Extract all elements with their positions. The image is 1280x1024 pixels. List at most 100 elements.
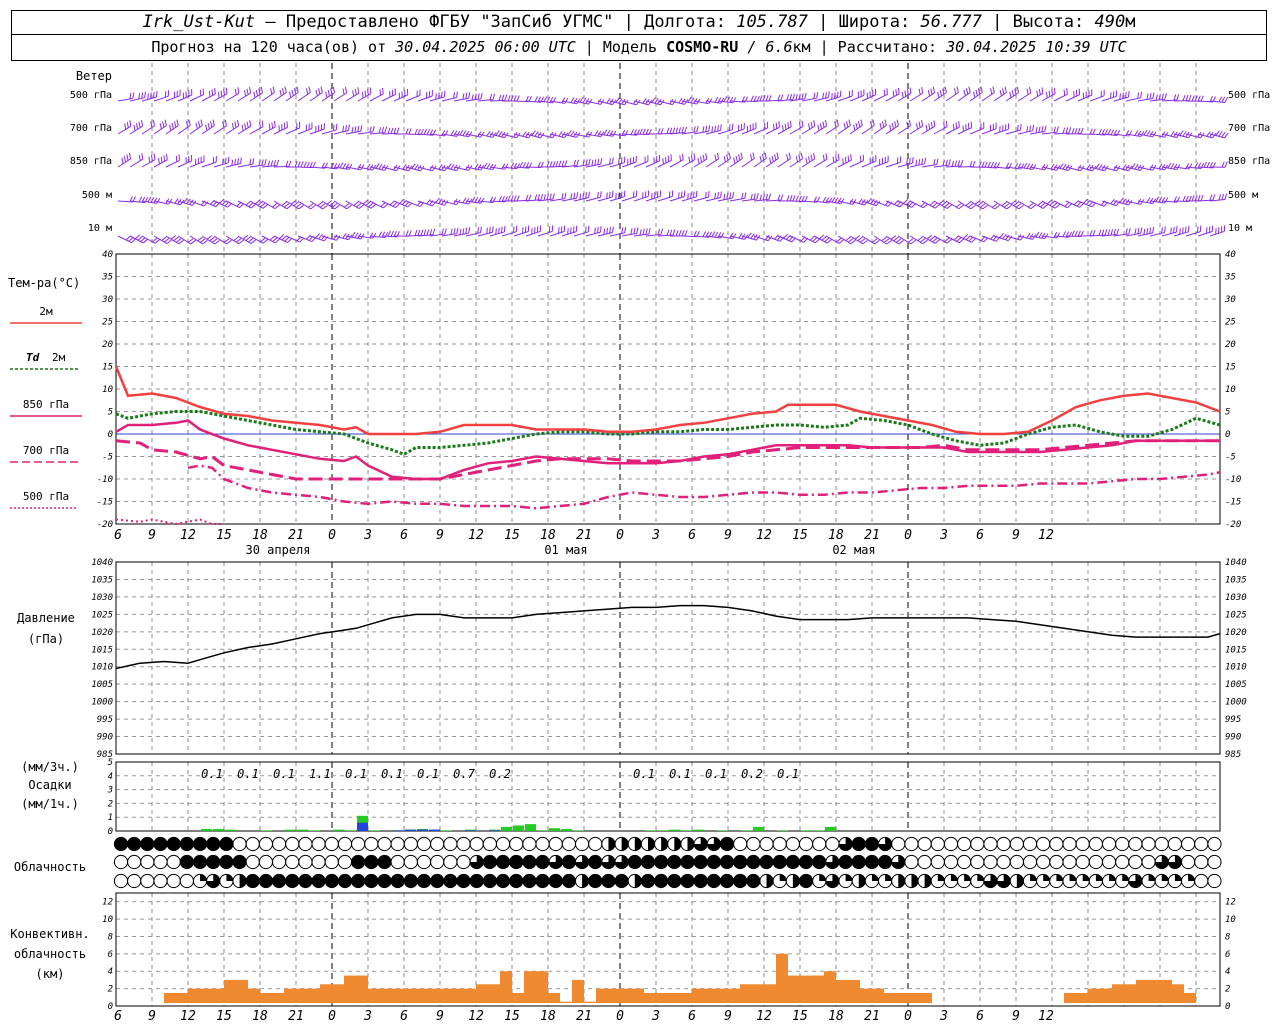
wind-barb-feather (1218, 131, 1223, 137)
wind-barb-feather (954, 88, 957, 95)
wind-barb-feather (979, 203, 986, 208)
precip-tick-label-left: 5 (108, 758, 113, 768)
wind-barb-feather (1167, 162, 1172, 169)
wind-barb-feather (486, 227, 488, 234)
wind-barb-feather (503, 225, 506, 232)
wind-barb-feather (1224, 132, 1229, 139)
wind-barb (825, 125, 839, 135)
wind-barb-feather (787, 122, 790, 129)
conv-hour-label: 18 (540, 1009, 556, 1024)
wind-barb-feather (955, 122, 958, 129)
wind-barb-feather (1125, 228, 1128, 235)
conv-hour-label: 18 (828, 1009, 844, 1024)
wind-barb (933, 126, 948, 135)
cloud-cover-sector (1016, 874, 1024, 888)
cloud-cover-symbol (1181, 854, 1196, 870)
wind-barb-feather (276, 159, 280, 166)
wind-barb-feather (974, 200, 981, 205)
conv-hour-label: 15 (216, 1009, 232, 1024)
cloud-cover-symbol (298, 836, 313, 852)
wind-barb-feather (353, 201, 359, 206)
wind-barb-feather (334, 204, 340, 210)
wind-barb-feather (129, 92, 132, 100)
wind-barb-feather (287, 238, 293, 243)
wind-barb-feather (777, 194, 781, 201)
wind-barb (981, 92, 995, 102)
wind-barb (261, 92, 275, 102)
wind-barb-feather (417, 229, 421, 236)
wind-barb-feather (166, 239, 172, 244)
wind-barb-feather (274, 204, 280, 209)
wind-barb-feather (248, 237, 254, 243)
conv-tick-label-right: 10 (1225, 915, 1236, 925)
temp-hour-label: 18 (828, 528, 844, 543)
wind-barb-feather (764, 152, 767, 159)
wind-barb-feather (200, 119, 203, 126)
wind-barb-feather (660, 228, 664, 235)
wind-barb-feather (1053, 126, 1056, 133)
wind-barb-feather (1079, 202, 1085, 208)
cloud-cover-symbol (166, 873, 181, 889)
wind-barb-feather (728, 152, 731, 159)
wind-barb-feather (639, 128, 643, 135)
temp-tick-label-right: -10 (1225, 475, 1241, 485)
wind-barb-feather (1146, 130, 1151, 137)
wind-barb (405, 95, 421, 102)
wind-barb-feather (594, 227, 596, 234)
wind-barb-feather (1155, 196, 1160, 203)
wind-barb-feather (672, 127, 676, 134)
wind-barb-feather (279, 89, 282, 96)
wind-barb-feather (387, 230, 391, 237)
wind-barb-feather (883, 89, 886, 96)
temp-hour-label: 18 (252, 528, 268, 543)
wind-barb-feather (693, 153, 696, 160)
wind-barb-feather (222, 158, 224, 165)
cloud-cover-sector (634, 874, 642, 888)
wind-barb-feather (1092, 230, 1096, 236)
press-tick-label-right: 1010 (1225, 663, 1247, 673)
wind-barb-feather (1137, 92, 1140, 99)
cloud-cover-symbol (271, 873, 287, 889)
wind-barb-feather (272, 202, 278, 208)
wind-barb-feather (636, 227, 639, 234)
wind-barb-feather (453, 228, 456, 235)
wind-barb-feather (681, 126, 685, 133)
wind-barb (909, 92, 924, 102)
wind-barb-feather (540, 193, 544, 200)
cloud-cover-symbol (535, 836, 550, 852)
wind-barb-feather (284, 86, 287, 93)
wind-barb-feather (390, 127, 394, 134)
wind-barb-feather (564, 192, 567, 199)
cloud-cover-symbol (456, 873, 471, 889)
wind-barb-feather (153, 153, 156, 160)
wind-barb-feather (260, 202, 266, 208)
wind-barb-feather (492, 226, 494, 233)
wind-barb-feather (775, 122, 778, 129)
wind-barb-feather (711, 231, 716, 238)
wind-barb-feather (932, 202, 938, 208)
wind-barb-feather (129, 120, 132, 127)
wind-barb-feather (543, 96, 548, 102)
cloud-cover-symbol (127, 873, 142, 889)
precip-3h-label: 0.1 (237, 767, 259, 781)
wind-barb-feather (462, 197, 467, 204)
wind-barb-feather (1080, 127, 1084, 134)
wind-barb-feather (612, 130, 617, 137)
wind-barb-feather (1140, 131, 1145, 137)
wind-barb-feather (732, 191, 735, 198)
wind-barb-feather (272, 237, 278, 242)
wind-barb-feather (308, 86, 311, 93)
wind-barb-feather (348, 124, 350, 131)
wind-barb (705, 158, 719, 168)
conv-tick-label-right: 2 (1225, 985, 1230, 995)
wind-barb-feather (855, 122, 858, 129)
cloud-cover-symbol (772, 836, 787, 852)
wind-barb-feather (486, 130, 491, 137)
wind-barb-feather (585, 159, 588, 166)
precip-bar-blue (417, 829, 428, 831)
wind-barb-feather (934, 239, 941, 244)
cloud-cover-symbol (996, 836, 1011, 852)
wind-barb-feather (1119, 93, 1121, 100)
wind-barb-feather (389, 91, 391, 98)
precip-tick-label-left: 4 (108, 772, 113, 782)
